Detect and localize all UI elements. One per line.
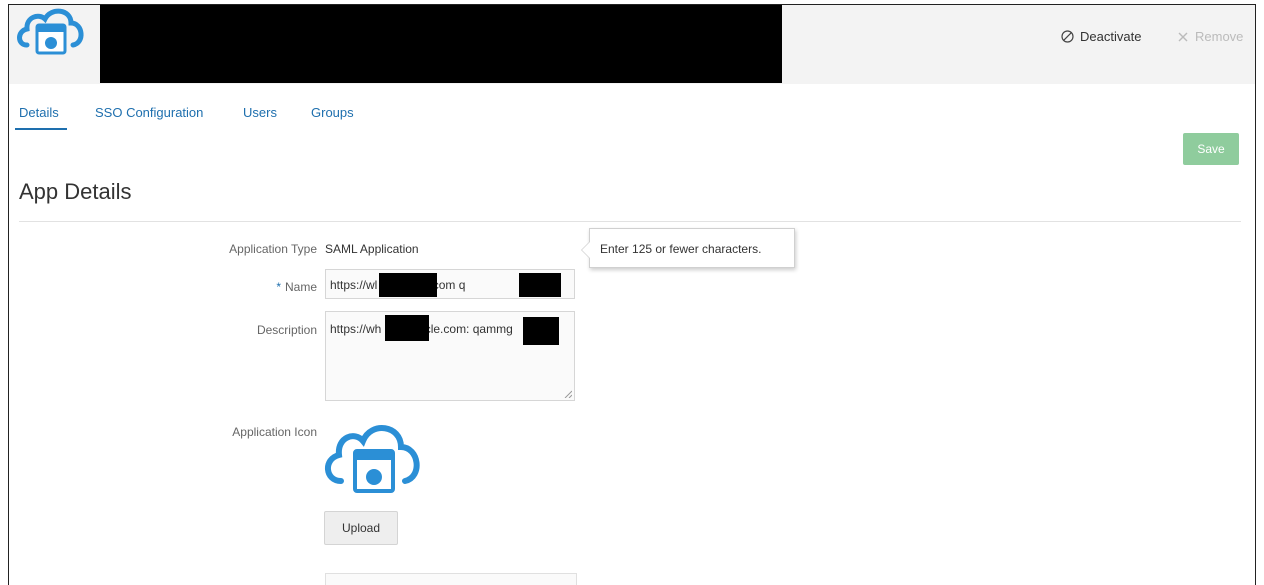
close-icon [1178,32,1188,41]
application-icon-label: Application Icon [232,425,317,439]
name-label: Name [284,280,317,294]
upload-button[interactable]: Upload [324,511,398,545]
remove-button[interactable]: Remove [1177,29,1243,44]
save-button[interactable]: Save [1183,133,1239,165]
name-label-wrap: * Name [117,280,317,294]
page-title: App Details [19,179,132,204]
redacted-app-name [100,5,782,83]
app-window: Deactivate Remove Details SSO Configurat… [8,4,1256,585]
deactivate-button[interactable]: Deactivate [1061,29,1141,44]
tab-users[interactable]: Users [243,105,277,128]
tab-details[interactable]: Details [15,105,67,130]
redacted-name-segment-2 [519,273,561,297]
divider [19,221,1241,222]
app-header: Deactivate Remove [9,5,1255,84]
app-logo-icon [17,8,84,55]
redacted-name-segment-1 [379,273,437,297]
resize-grip-icon[interactable] [564,390,572,398]
application-icon [325,425,420,493]
application-type-label: Application Type [229,242,317,256]
redacted-description-segment-1 [385,315,429,341]
deactivate-label: Deactivate [1080,29,1142,44]
next-field[interactable] [325,573,577,585]
tooltip: Enter 125 or fewer characters. [581,228,795,268]
ban-icon [1061,30,1074,43]
description-label: Description [256,323,317,337]
tab-groups[interactable]: Groups [311,105,354,128]
required-marker: * [276,280,281,294]
redacted-description-segment-2 [523,317,559,345]
tab-sso-configuration[interactable]: SSO Configuration [95,105,203,128]
tab-bar: Details SSO Configuration Users Groups [9,105,1255,135]
tooltip-text: Enter 125 or fewer characters. [600,242,762,256]
remove-label: Remove [1195,29,1244,44]
tooltip-pointer [581,241,590,259]
application-type-value: SAML Application [325,242,419,256]
